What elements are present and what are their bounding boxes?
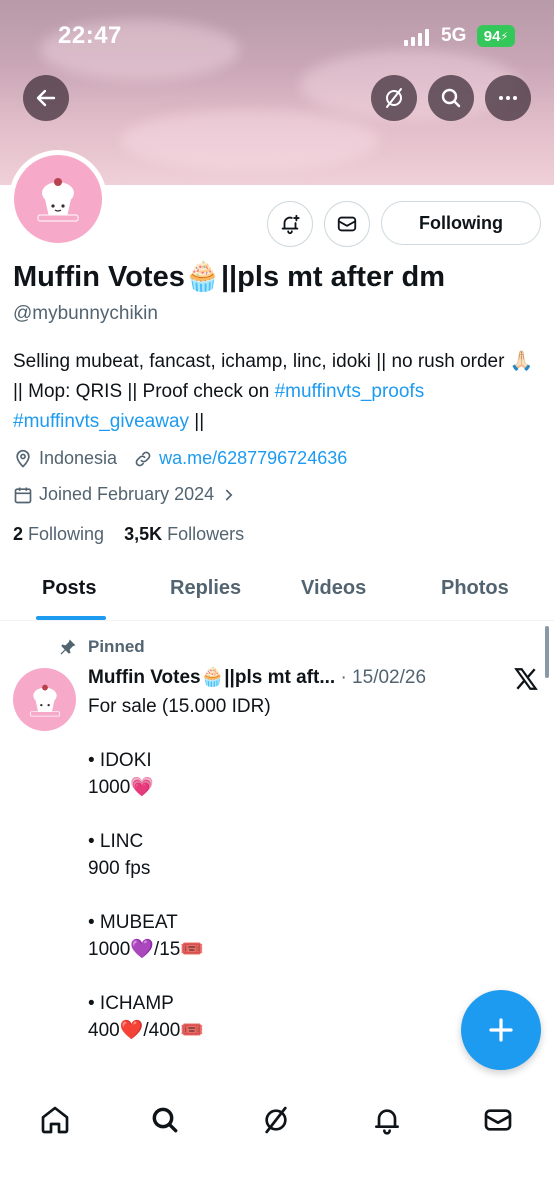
post-line: • LINC (88, 831, 144, 852)
post-line: For sale (15.000 IDR) (88, 696, 271, 717)
status-time: 22:47 (58, 22, 122, 49)
profile-tabs: Posts Replies Videos Photos (0, 564, 554, 621)
follow-counts: 2 Following 3,5K Followers (13, 524, 244, 545)
bell-plus-icon (281, 214, 300, 235)
post-line (88, 882, 468, 909)
bio-text: Selling mubeat, fancast, ichamp, linc, i… (13, 351, 534, 402)
post-line: • IDOKI (88, 750, 152, 771)
following-count: 2 (13, 524, 24, 544)
home-icon (41, 1106, 69, 1134)
joined-text: Joined February 2024 (39, 484, 215, 504)
location-text: Indonesia (39, 448, 118, 468)
bottom-navigation (0, 1080, 554, 1200)
following-count-link[interactable]: 2 Following (13, 524, 104, 544)
nav-search[interactable] (145, 1100, 185, 1140)
pin-icon (60, 639, 76, 655)
post-date[interactable]: · 15/02/26 (335, 667, 426, 688)
tab-photos[interactable]: Photos (441, 577, 509, 600)
tab-replies[interactable]: Replies (170, 577, 241, 600)
cupcake-logo-icon (29, 684, 60, 716)
hashtag-link[interactable]: #muffinvts_giveaway (13, 411, 189, 432)
message-button[interactable] (324, 201, 370, 247)
grok-icon (386, 88, 402, 108)
profile-meta: Indonesia wa.me/6287796724636 (13, 448, 347, 469)
more-button[interactable] (485, 75, 531, 121)
post-author[interactable]: Muffin Votes🧁||pls mt aft... (88, 667, 335, 688)
profile-avatar[interactable] (9, 150, 107, 248)
post-line: • ICHAMP (88, 993, 174, 1014)
signal-icon (404, 29, 429, 46)
following-button[interactable]: Following (381, 201, 541, 245)
nav-notifications[interactable] (367, 1100, 407, 1140)
post-line (88, 801, 468, 828)
pinned-indicator: Pinned (58, 637, 145, 657)
chevron-right-icon (226, 489, 233, 500)
bio-text: || (189, 411, 205, 432)
battery-icon: 94 ⚡ (477, 25, 515, 47)
envelope-icon (337, 216, 357, 232)
envelope-icon (484, 1109, 512, 1131)
hashtag-link[interactable]: #muffinvts_proofs (275, 381, 425, 402)
bell-icon (375, 1109, 399, 1135)
notify-button[interactable] (267, 201, 313, 247)
post-line: 1000💜/15🎟️ (88, 939, 204, 960)
post-line (88, 963, 468, 990)
search-icon (441, 88, 461, 108)
link-icon (135, 451, 151, 466)
following-label: Following (28, 524, 105, 544)
battery-level: 94 (483, 27, 501, 45)
avatar (14, 155, 102, 243)
location-pin-icon (16, 449, 30, 468)
post-body[interactable]: For sale (15.000 IDR) • IDOKI 1000💗 • LI… (88, 693, 468, 1044)
post-avatar[interactable] (13, 668, 76, 731)
search-button[interactable] (428, 75, 474, 121)
user-handle: @mybunnychikin (13, 303, 158, 324)
back-button[interactable] (23, 75, 69, 121)
plus-icon (489, 1018, 513, 1042)
tab-posts[interactable]: Posts (42, 577, 96, 600)
x-logo-icon (514, 668, 538, 690)
grok-icon (265, 1106, 287, 1134)
calendar-icon (14, 487, 32, 503)
joined-row[interactable]: Joined February 2024 (13, 484, 244, 505)
post-line: 1000💗 (88, 777, 154, 798)
followers-label: Followers (167, 524, 245, 544)
nav-grok[interactable] (256, 1100, 296, 1140)
post-line: 400❤️/400🎟️ (88, 1020, 204, 1041)
post-line: 900 fps (88, 858, 151, 879)
more-dots-icon (499, 96, 517, 100)
scrollbar[interactable] (545, 626, 549, 678)
active-tab-indicator (36, 616, 106, 620)
status-bar: 22:47 5G 94 ⚡ (0, 0, 554, 70)
profile-bio: Selling mubeat, fancast, ichamp, linc, i… (13, 347, 543, 437)
pinned-label: Pinned (88, 637, 145, 656)
network-label: 5G (441, 25, 467, 46)
tab-videos[interactable]: Videos (301, 577, 366, 600)
nav-home[interactable] (35, 1100, 75, 1140)
compose-button[interactable] (461, 990, 541, 1070)
post-header: Muffin Votes🧁||pls mt aft... · 15/02/26 (88, 665, 426, 689)
cupcake-logo-icon (37, 178, 79, 222)
search-icon (152, 1107, 178, 1133)
followers-count-link[interactable]: 3,5K Followers (124, 524, 244, 544)
followers-count: 3,5K (124, 524, 163, 544)
post-line (88, 720, 468, 747)
grok-button[interactable] (371, 75, 417, 121)
nav-messages[interactable] (478, 1100, 518, 1140)
website-link[interactable]: wa.me/6287796724636 (159, 448, 347, 469)
arrow-left-icon (36, 89, 56, 107)
post-line: • MUBEAT (88, 912, 178, 933)
display-name: Muffin Votes🧁||pls mt after dm (13, 261, 446, 293)
